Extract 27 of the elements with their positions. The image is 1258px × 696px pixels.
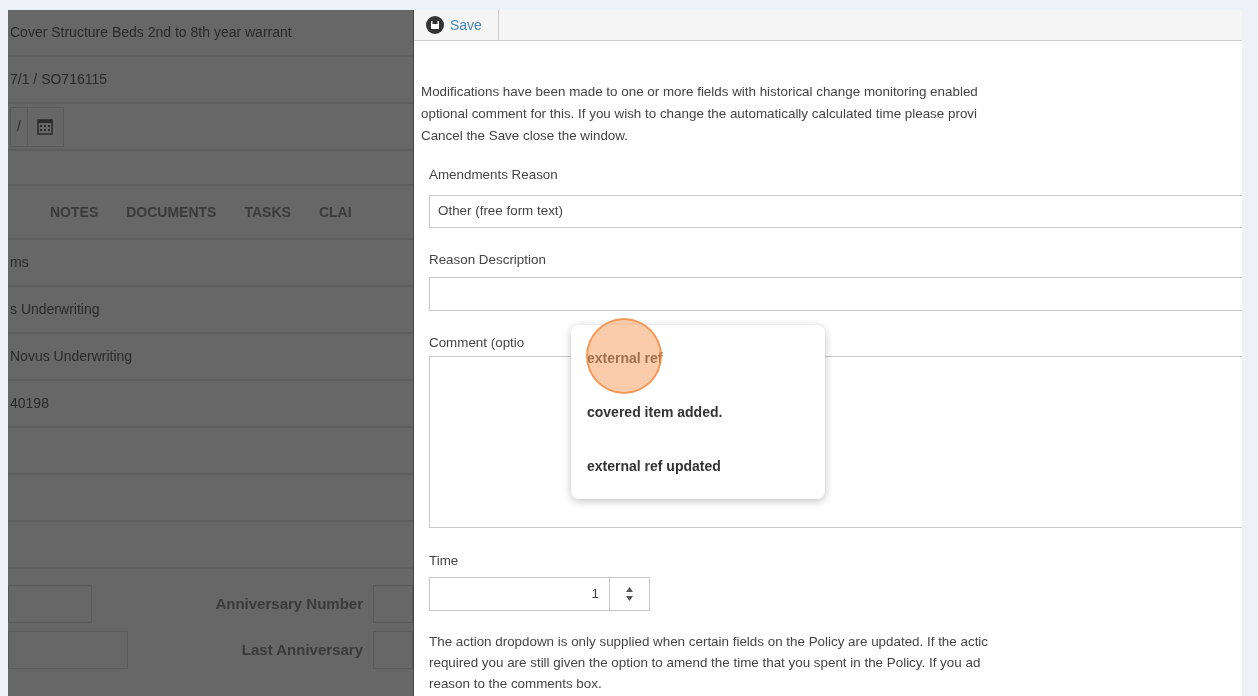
reason-description-field[interactable]	[429, 277, 1242, 311]
date-field[interactable]: /	[10, 106, 64, 147]
save-button[interactable]: Save	[414, 10, 499, 40]
time-field[interactable]: 1	[429, 577, 610, 611]
field-value: Cover Structure Beds 2nd to 8th year warrant	[10, 23, 292, 42]
amendments-reason-select[interactable]: Other (free form text)	[429, 195, 1242, 228]
field-label: Reason Description	[429, 252, 546, 267]
suggestion-item[interactable]: covered item added.	[571, 385, 825, 439]
instruction-text: Modifications have been made to one or more fields with historical change monitoring enabled optional comment for this. If you wish to change the automatically calculated time please provi Cancel the Save close the window.	[420, 83, 979, 145]
field-value: ms	[10, 253, 29, 272]
spinner-arrows-icon[interactable]	[625, 586, 634, 602]
field-value: Novus Underwriting	[10, 347, 133, 366]
field-label: Amendments Reason	[429, 167, 558, 182]
field-value: 7/1 / SO716115	[10, 70, 108, 89]
field-value: 40198	[10, 394, 49, 413]
input-field[interactable]	[373, 631, 413, 669]
help-text: The action dropdown is only supplied when certain fields on the Policy are updated. If the actic required you are still given the option to amend the time that you spent in the Policy. If you ad reason to the comments box.	[428, 633, 990, 693]
save-icon	[426, 16, 444, 34]
field-label: Time	[429, 553, 459, 568]
field-label: Comment (optio	[429, 335, 525, 350]
time-stepper[interactable]	[610, 577, 650, 611]
calendar-icon[interactable]	[37, 118, 54, 135]
input-field[interactable]	[8, 631, 128, 669]
input-field[interactable]	[8, 585, 92, 623]
suggestion-item[interactable]: external ref updated	[571, 439, 825, 493]
input-field[interactable]	[373, 585, 413, 623]
field-value: s Underwriting	[10, 300, 100, 319]
